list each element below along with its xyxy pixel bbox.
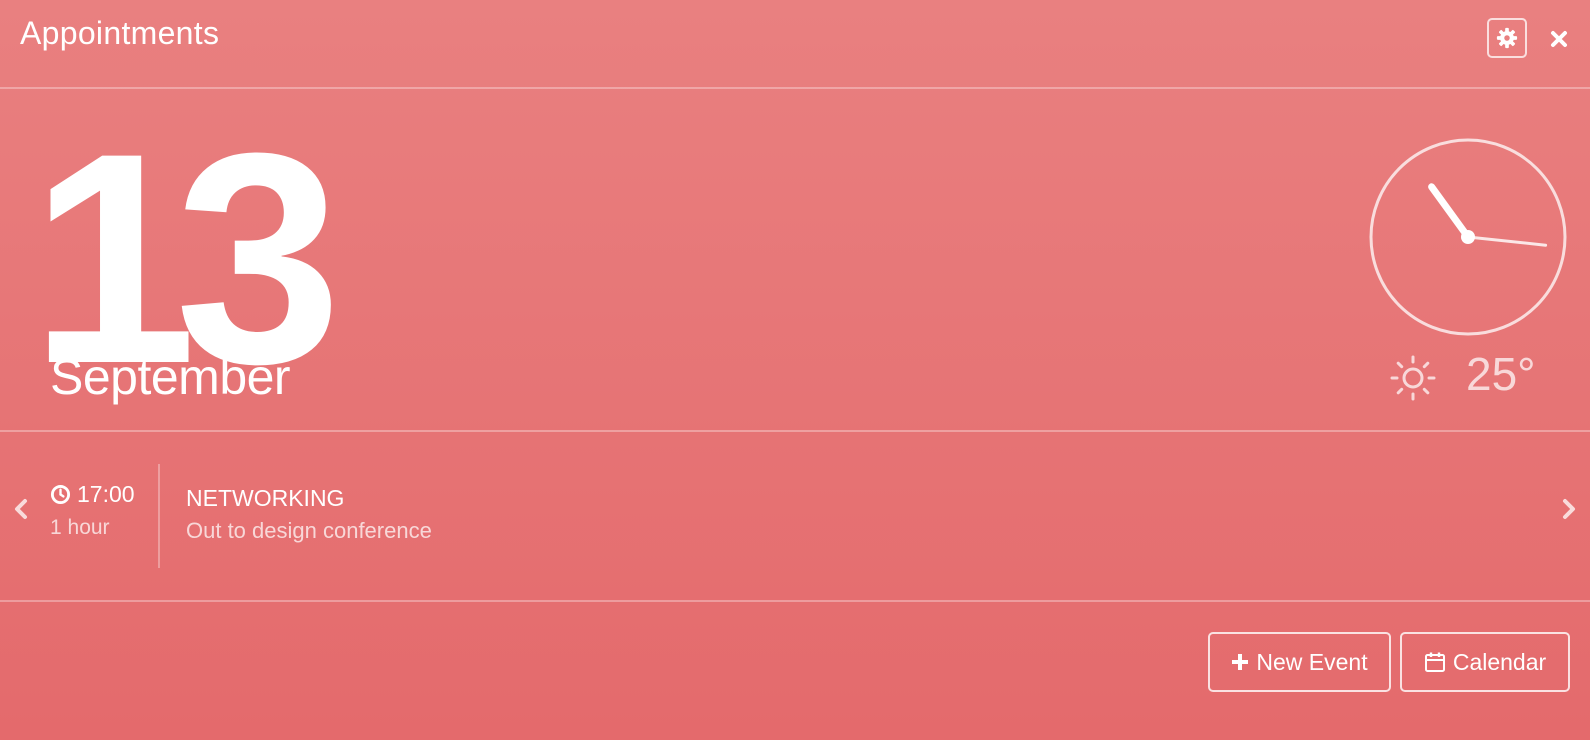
clock-icon	[50, 484, 71, 505]
date-divider	[0, 430, 1590, 432]
next-event-button[interactable]	[1558, 494, 1580, 524]
close-icon	[1551, 31, 1567, 47]
temperature: 25°	[1466, 348, 1536, 400]
date-month: September	[50, 349, 291, 405]
calendar-icon	[1424, 652, 1445, 672]
event-duration: 1 hour	[50, 516, 110, 539]
sun-icon	[1390, 355, 1436, 401]
new-event-button[interactable]: New Event	[1208, 632, 1391, 692]
gear-icon	[1496, 27, 1518, 49]
clock-minute-hand	[1466, 235, 1548, 247]
event-title: NETWORKING	[186, 485, 345, 511]
event-time-text: 17:00	[77, 481, 135, 507]
prev-event-button[interactable]	[10, 494, 32, 524]
event-divider-bottom	[0, 600, 1590, 602]
clock-hour-hand	[1428, 183, 1472, 241]
event-time: 17:00	[50, 481, 135, 508]
settings-button[interactable]	[1487, 18, 1527, 58]
calendar-label: Calendar	[1452, 648, 1547, 675]
event-divider	[158, 464, 160, 568]
analog-clock	[1369, 138, 1567, 336]
calendar-button[interactable]: Calendar	[1400, 632, 1570, 692]
appointments-widget: Appointments 13 September 25° 17:00 1 ho…	[0, 0, 1590, 740]
close-button[interactable]	[1546, 26, 1572, 52]
plus-icon	[1232, 654, 1249, 670]
chevron-right-icon	[1563, 499, 1575, 519]
new-event-label: New Event	[1256, 648, 1368, 675]
event-description: Out to design conference	[186, 518, 432, 543]
chevron-left-icon	[15, 499, 27, 519]
widget-title: Appointments	[20, 15, 220, 51]
header-divider	[0, 87, 1590, 89]
